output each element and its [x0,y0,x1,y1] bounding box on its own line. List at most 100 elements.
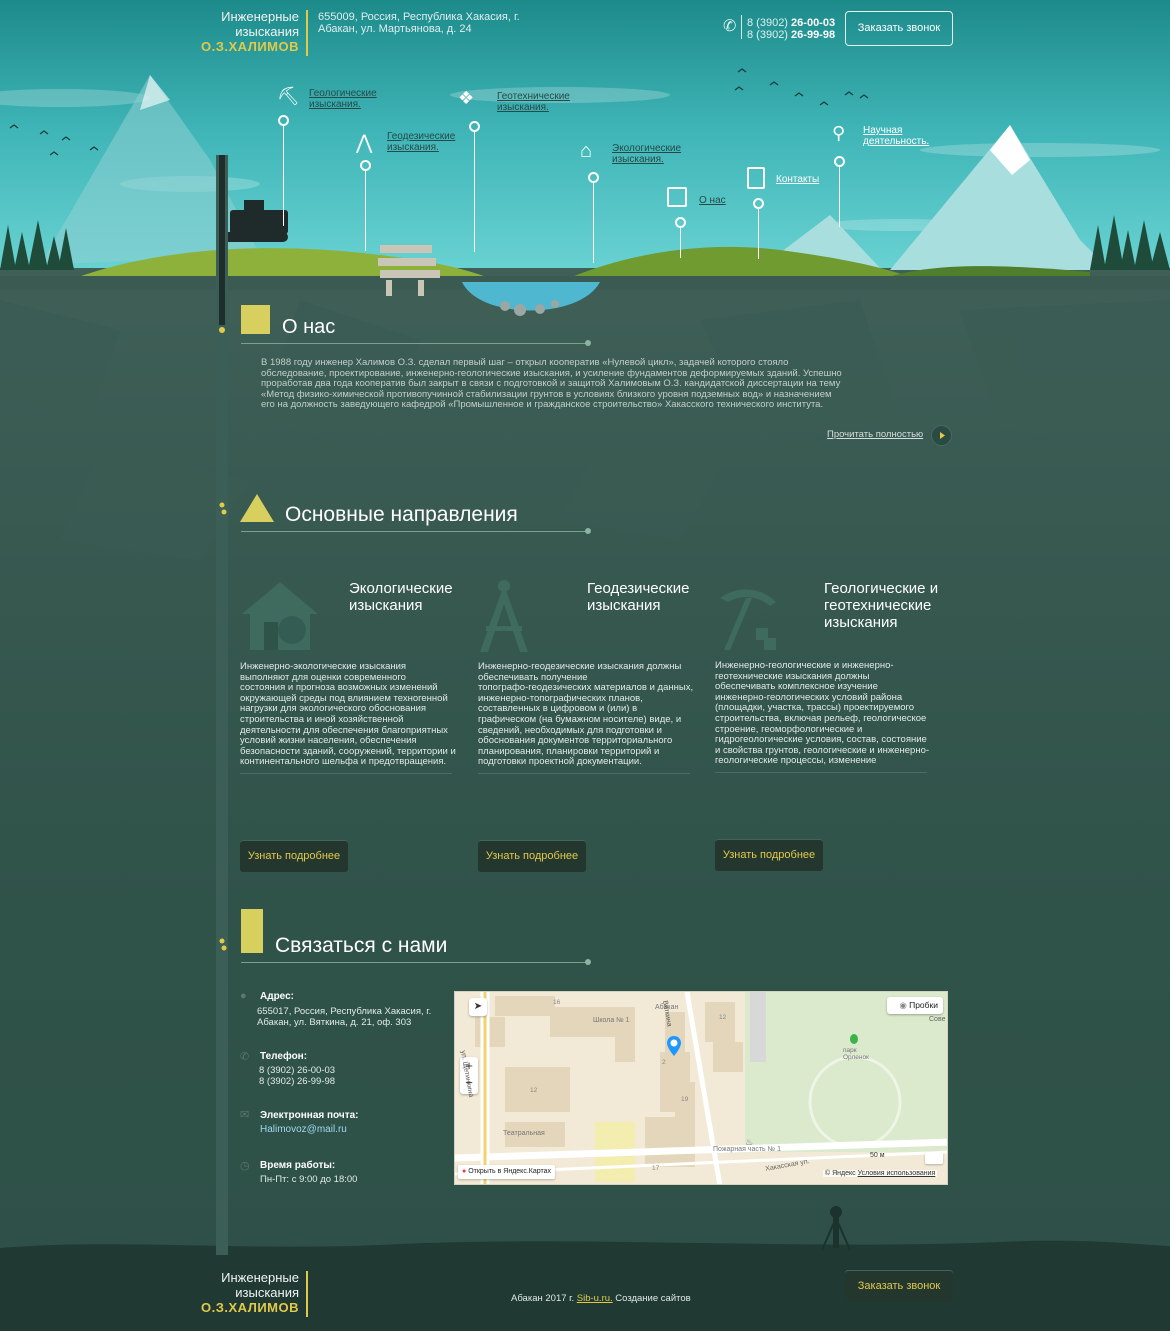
nav-contacts[interactable]: Контакты [776,174,819,185]
phone2-code: 8 (3902) [747,29,788,41]
phone-divider [741,15,742,39]
direction-3-more-button[interactable]: Узнать подробнее [715,839,823,871]
contact-phone1[interactable]: 8 (3902) 26-00-03 [259,1065,335,1076]
direction-1-title-line1: Экологические [349,580,453,597]
direction-2-separator [478,773,690,774]
direction-1-text-line: континентального шельфа и предотвращения… [240,756,447,768]
about-text-line3: проработав два года кооператив был закры… [261,378,841,389]
direction-3-title-line1: Геологические и [824,580,939,597]
email-value: Halimovoz@mail.ru [260,1124,347,1135]
direction-2-text: Инженерно-геодезические изыскания должны… [478,661,703,768]
map-open-yandex-link[interactable]: ● Открыть в Яндекс.Картах [458,1165,556,1179]
direction-2-text-line: графическом (на бумажном носителе) виде,… [478,713,682,725]
map-location-marker-icon[interactable] [667,1036,681,1056]
address-label: Адрес: [260,991,294,1002]
contacts-title: Связаться с нами [275,934,448,957]
footer-logo-name: О.З.ХАЛИМОВ [201,1300,299,1315]
footer-sibu-link[interactable]: Sib-u.ru. [577,1293,613,1304]
clock-icon: ◷ [240,1160,250,1172]
direction-3-text-line: строительства, включая рельеф, геологиче… [715,712,927,724]
contacts-underline-dot [585,959,591,965]
contacts-book-icon [747,167,765,189]
direction-3-title-line2: геотехнические [824,597,932,614]
read-more-arrow-button[interactable] [931,425,952,446]
microscope-icon: ⚲ [832,123,846,143]
nav-geological[interactable]: Геологические изыскания. [309,88,377,110]
map-house-number: 16 [553,999,561,1006]
nav-science[interactable]: Научная деятельность. [863,125,929,147]
nav-ecological[interactable]: Экологические изыскания. [612,143,681,165]
nav-pin-geological [278,115,289,126]
hours-label: Время работы: [260,1160,336,1171]
map-scale-label: 50 м [870,1152,885,1159]
address-line1: 655017, Россия, Республика Хакасия, г. [257,1006,432,1017]
envelope-icon: ✉ [240,1109,250,1121]
nav-geodetic[interactable]: Геодезические изыскания. [387,131,455,153]
footer-logo[interactable]: Инженерные изыскания О.З.ХАЛИМОВ [190,1270,299,1315]
map-locate-button[interactable]: ➤ [469,998,487,1016]
address-value: 655017, Россия, Республика Хакасия, г. А… [257,1006,431,1028]
nav-pin-line [474,132,475,252]
map-copyright: © Яндекс Условия использования [823,1170,938,1177]
phone1-code: 8 (3902) [747,17,788,29]
nav-pin-line [283,126,284,226]
map-label-park: парк Орленок [843,1047,869,1061]
footer-copy-pre: Абакан 2017 г. [511,1293,575,1304]
map-traffic-label: Пробки [909,1000,938,1010]
direction-3-title-line3: изыскания [824,614,898,631]
nav-pin-ecological [588,172,599,183]
nav-ecological-line2: изыскания. [612,154,664,165]
phone1-number[interactable]: 26-00-03 [791,17,835,29]
yandex-map[interactable]: ➤ + − ◉ Пробки ♨ Школа № 1 Абакан Вяткина… [454,991,948,1185]
directions-title-underline [241,531,588,532]
nav-geodetic-line1: Геодезические [387,131,456,142]
footer-callback-button[interactable]: Заказать звонок [845,1270,953,1302]
footer-logo-line2: изыскания [235,1285,299,1300]
nav-geotechnical-line2: изыскания. [497,102,549,113]
nav-pin-line [758,209,759,259]
nav-pin-geodetic [360,160,371,171]
map-terms-link[interactable]: Условия использования [858,1170,936,1177]
direction-3-separator [715,772,927,773]
nav-pin-line [365,171,366,251]
about-text-line5: его на должность заведующего кафедрой «П… [261,399,824,410]
header-callback-button[interactable]: Заказать звонок [845,11,953,46]
map-label-school: Школа № 1 [593,1017,630,1024]
about-read-more-link[interactable]: Прочитать полностью [827,429,923,440]
location-pin-icon: ● [240,990,247,1002]
phone-handset-icon: ✆ [240,1051,250,1063]
contact-phone2[interactable]: 8 (3902) 26-99-98 [259,1076,335,1087]
pickaxe-icon: ⛏ [277,86,300,106]
phone-label: Телефон: [260,1051,308,1062]
direction-2-title-line1: Геодезические [587,580,690,597]
phone-values: 8 (3902) 26-00-03 8 (3902) 26-99-98 [259,1065,335,1087]
map-ruler-button[interactable] [925,1152,943,1164]
direction-2-more-button[interactable]: Узнать подробнее [478,840,586,872]
eco-house-leaf-icon [240,578,320,654]
map-label-teatr: Театральная [503,1130,545,1137]
nav-geotechnical[interactable]: Геотехнические изыскания. [497,91,570,113]
geological-pickaxe-icon [716,584,782,654]
header-logo[interactable]: Инженерные изыскания О.З.ХАЛИМОВ [190,9,299,54]
direction-1-title: Экологические изыскания [349,580,453,614]
about-title-underline [241,343,588,344]
direction-2-text-line: подготовки проектной документации. [478,756,642,768]
direction-1-text: Инженерно-экологические изыскания выполн… [240,661,465,768]
about-text-line1: В 1988 году инженер Халимов О.З. сделал … [261,357,789,368]
map-traffic-button[interactable]: ◉ Пробки [887,997,943,1014]
rocks-icon: ❖ [458,88,475,108]
nav-pin-science [834,156,845,167]
play-arrow-icon [940,432,945,439]
nav-about[interactable]: О нас [699,195,726,206]
site-header: Инженерные изыскания О.З.ХАЛИМОВ 655009,… [0,0,1170,60]
phone2-number[interactable]: 26-99-98 [791,29,835,41]
direction-3-text-line: геологические процессы, изменение [715,755,877,767]
map-copyright-text: © Яндекс [825,1170,856,1177]
header-phones: 8 (3902) 26-00-03 8 (3902) 26-99-98 [747,17,835,41]
phone-icon: ✆ [723,18,737,35]
map-label-sove: Сове [929,1016,946,1023]
about-underline-dot [585,340,591,346]
direction-1-more-button[interactable]: Узнать подробнее [240,840,348,872]
address-line2: Абакан, ул. Вяткина, д. 21, оф. 303 [257,1017,412,1028]
email-link[interactable]: Halimovoz@mail.ru [260,1124,347,1135]
